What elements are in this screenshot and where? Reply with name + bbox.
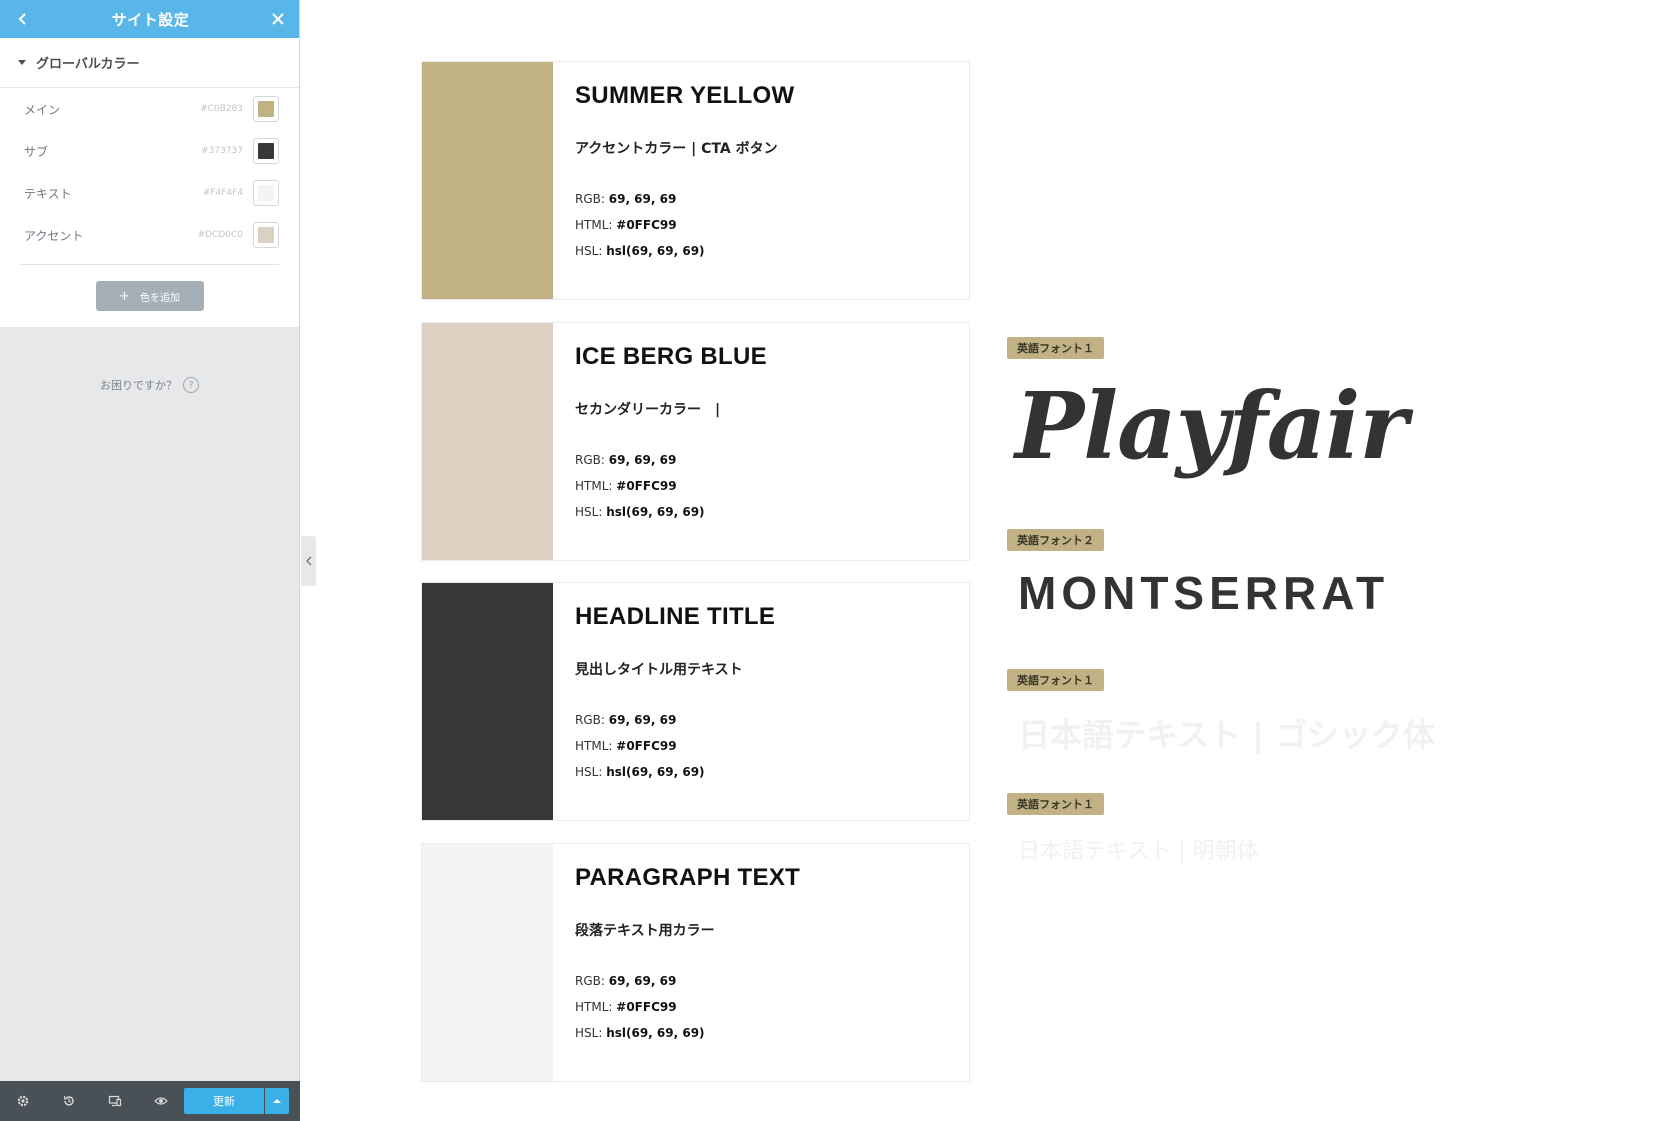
color-block <box>422 62 553 299</box>
card-info: PARAGRAPH TEXT 段落テキスト用カラー RGB: 69, 69, 6… <box>553 844 969 1081</box>
color-row-text: テキスト #F4F4F4 <box>24 172 279 214</box>
spec-hsl: HSL: hsl(69, 69, 69) <box>575 765 705 779</box>
close-icon <box>272 13 284 25</box>
card-title: SUMMER YELLOW <box>575 82 795 109</box>
font-badge-japanese-mincho: 英語フォント１ <box>1007 793 1104 815</box>
card-info: ICE BERG BLUE セカンダリーカラー | RGB: 69, 69, 6… <box>553 323 969 560</box>
font-badge-japanese-gothic: 英語フォント１ <box>1007 669 1104 691</box>
color-hex: #F4F4F4 <box>202 188 243 198</box>
color-name: テキスト <box>24 186 72 201</box>
sidebar-footer: 更新 <box>0 1081 300 1121</box>
spec-html: HTML: #0FFC99 <box>575 1000 677 1014</box>
spec-html: HTML: #0FFC99 <box>575 479 677 493</box>
spec-html: HTML: #0FFC99 <box>575 739 677 753</box>
question-icon: ? <box>183 377 199 393</box>
card-info: SUMMER YELLOW アクセントカラー | CTA ボタン RGB: 69… <box>553 62 969 299</box>
font-sample-mincho: 日本語テキスト | 明朝体 <box>1018 839 1259 864</box>
card-subtitle: セカンダリーカラー | <box>575 402 721 418</box>
font-sample-gothic: 日本語テキスト | ゴシック体 <box>1018 716 1436 754</box>
spec-hsl: HSL: hsl(69, 69, 69) <box>575 244 705 258</box>
card-info: HEADLINE TITLE 見出しタイトル用テキスト RGB: 69, 69,… <box>553 583 969 820</box>
help-link[interactable]: お困りですか？ ? <box>0 377 299 393</box>
color-card-ice-berg-blue: ICE BERG BLUE セカンダリーカラー | RGB: 69, 69, 6… <box>421 322 970 561</box>
plus-icon: + <box>119 288 130 304</box>
sidebar-header: サイト設定 <box>0 0 299 38</box>
section-title: グローバルカラー <box>36 57 140 72</box>
gear-icon <box>17 1095 29 1107</box>
settings-button[interactable] <box>0 1081 46 1121</box>
back-button[interactable] <box>12 8 34 30</box>
font-badge-english-1: 英語フォント１ <box>1007 337 1104 359</box>
color-row-sub: サブ #373737 <box>24 130 279 172</box>
publish-options-button[interactable] <box>265 1088 289 1114</box>
collapse-sidebar-button[interactable] <box>301 536 316 586</box>
color-row-main: メイン #C0B283 <box>24 88 279 130</box>
chevron-left-icon <box>18 13 26 25</box>
color-name: アクセント <box>24 228 84 243</box>
help-text: お困りですか？ <box>100 379 177 392</box>
font-sample-playfair: Playfair <box>1015 372 1408 480</box>
caret-up-icon <box>273 1099 281 1103</box>
spec-rgb: RGB: 69, 69, 69 <box>575 974 677 988</box>
font-sample-montserrat: MONTSERRAT <box>1018 567 1390 619</box>
color-swatch-text[interactable] <box>253 180 279 206</box>
color-card-paragraph-text: PARAGRAPH TEXT 段落テキスト用カラー RGB: 69, 69, 6… <box>421 843 970 1082</box>
responsive-button[interactable] <box>92 1081 138 1121</box>
divider <box>20 264 279 265</box>
add-color-label: 色を追加 <box>139 292 180 304</box>
preview-button[interactable] <box>138 1081 184 1121</box>
card-title: PARAGRAPH TEXT <box>575 864 801 891</box>
spec-html: HTML: #0FFC99 <box>575 218 677 232</box>
card-subtitle: アクセントカラー | CTA ボタン <box>575 141 778 157</box>
spec-rgb: RGB: 69, 69, 69 <box>575 453 677 467</box>
color-swatch-accent[interactable] <box>253 222 279 248</box>
color-card-summer-yellow: SUMMER YELLOW アクセントカラー | CTA ボタン RGB: 69… <box>421 61 970 300</box>
eye-icon <box>154 1097 168 1105</box>
sidebar-title: サイト設定 <box>111 10 190 29</box>
font-badge-english-2: 英語フォント２ <box>1007 529 1104 551</box>
card-subtitle: 段落テキスト用カラー <box>575 923 715 939</box>
section-toggle-global-colors[interactable]: グローバルカラー <box>0 38 299 88</box>
color-swatch-main[interactable] <box>253 96 279 122</box>
color-hex: #373737 <box>201 146 243 156</box>
color-block <box>422 323 553 560</box>
publish-label: 更新 <box>213 1095 235 1108</box>
color-block <box>422 583 553 820</box>
responsive-icon <box>108 1095 122 1107</box>
color-swatch-sub[interactable] <box>253 138 279 164</box>
color-block <box>422 844 553 1081</box>
color-list: メイン #C0B283 サブ #373737 テキスト #F4F4F4 アクセン… <box>0 88 299 256</box>
card-title: HEADLINE TITLE <box>575 603 776 630</box>
color-name: メイン <box>24 102 61 117</box>
editor-sidebar: サイト設定 グローバルカラー メイン #C0B283 サブ #373737 テキ… <box>0 0 300 1121</box>
card-subtitle: 見出しタイトル用テキスト <box>575 662 743 678</box>
add-color-button[interactable]: + 色を追加 <box>95 281 204 311</box>
color-hex: #C0B283 <box>200 104 243 114</box>
global-colors-panel: グローバルカラー メイン #C0B283 サブ #373737 テキスト #F4… <box>0 38 299 327</box>
color-hex: #DCD0C0 <box>197 230 243 240</box>
spec-hsl: HSL: hsl(69, 69, 69) <box>575 1026 705 1040</box>
spec-rgb: RGB: 69, 69, 69 <box>575 713 677 727</box>
color-name: サブ <box>24 144 49 159</box>
color-card-headline-title: HEADLINE TITLE 見出しタイトル用テキスト RGB: 69, 69,… <box>421 582 970 821</box>
card-title: ICE BERG BLUE <box>575 343 767 370</box>
spec-hsl: HSL: hsl(69, 69, 69) <box>575 505 705 519</box>
history-icon <box>63 1095 74 1106</box>
history-button[interactable] <box>46 1081 92 1121</box>
publish-button[interactable]: 更新 <box>184 1088 264 1114</box>
spec-rgb: RGB: 69, 69, 69 <box>575 192 677 206</box>
color-row-accent: アクセント #DCD0C0 <box>24 214 279 256</box>
chevron-left-icon <box>305 556 311 566</box>
caret-down-icon <box>18 60 26 65</box>
close-button[interactable] <box>267 8 289 30</box>
